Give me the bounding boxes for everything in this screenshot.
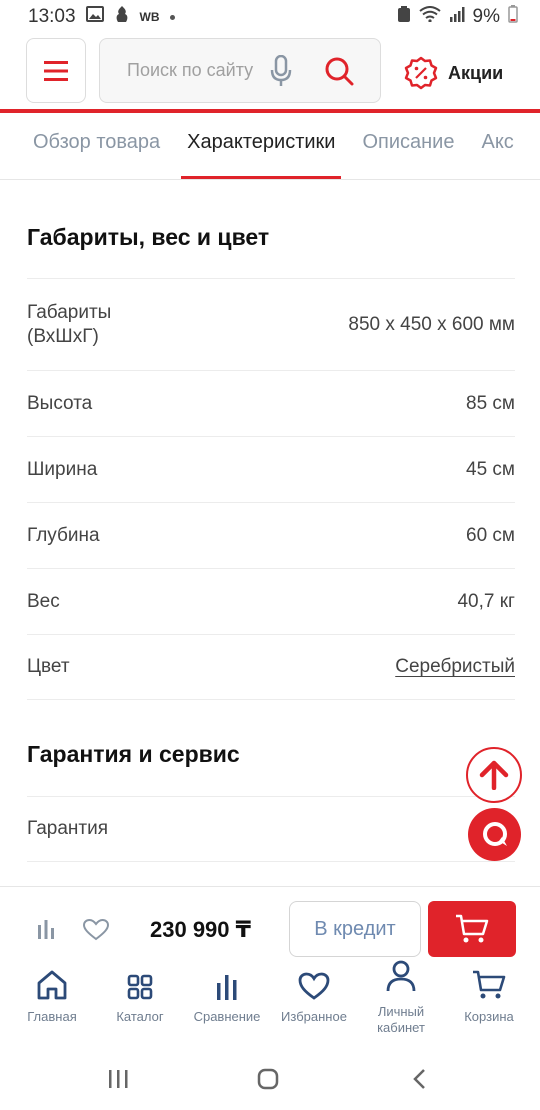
wb-badge: WB: [139, 10, 160, 24]
status-dot: [169, 14, 175, 20]
purchase-bar: 230 990 ₸ В кредит: [0, 886, 540, 966]
battery-percent: 9%: [472, 6, 500, 27]
nav-account[interactable]: Личный кабинет: [357, 960, 445, 1036]
gallery-icon: [85, 6, 104, 28]
menu-button[interactable]: [26, 38, 86, 103]
search-icon[interactable]: [324, 56, 354, 91]
section-title-warranty: Гарантия и сервис: [27, 741, 240, 767]
nav-label: Корзина: [464, 1009, 514, 1024]
notification-icon: [114, 5, 130, 29]
spec-row: Габариты (ВхШхГ) 850 x 450 x 600 мм: [27, 278, 515, 370]
spec-label: Цвет: [27, 656, 70, 677]
spec-label: Вес: [27, 590, 60, 612]
spec-value: 850 x 450 x 600 мм: [348, 313, 515, 335]
nav-label: Избранное: [281, 1009, 347, 1024]
spec-value: 45 см: [466, 458, 515, 480]
back-icon[interactable]: [410, 1068, 430, 1095]
home-icon: [8, 960, 96, 1000]
spec-row: Гарантия 12: [27, 796, 515, 862]
recent-apps-icon[interactable]: [107, 1068, 129, 1095]
user-icon: [357, 960, 445, 992]
catalog-icon: [96, 960, 184, 1000]
nav-label: Каталог: [116, 1009, 164, 1024]
home-button-icon[interactable]: [257, 1068, 279, 1095]
wifi-icon: [418, 6, 441, 28]
tab-specifications[interactable]: Характеристики: [181, 113, 342, 179]
nav-cart[interactable]: Корзина: [445, 960, 533, 1025]
compare-icon: [183, 960, 271, 1000]
color-link[interactable]: Серебристый: [395, 656, 515, 678]
chat-button[interactable]: [468, 808, 521, 861]
promo-label: Акции: [448, 62, 504, 83]
spec-label: Глубина: [27, 524, 100, 546]
nav-label: Сравнение: [193, 1009, 261, 1024]
chat-icon: [482, 821, 507, 846]
arrow-up-icon: [479, 760, 509, 790]
tab-overview[interactable]: Обзор товара: [33, 113, 160, 179]
spec-list-warranty: Гарантия 12: [27, 796, 515, 862]
system-navigation-bar: [0, 1050, 540, 1110]
spec-label: Гарантия: [27, 818, 109, 839]
signal-icon: [449, 6, 465, 28]
spec-value: 60 см: [466, 524, 515, 546]
microphone-icon[interactable]: [270, 54, 292, 92]
spec-row: Ширина 45 см: [27, 436, 515, 502]
nav-catalog[interactable]: Каталог: [96, 960, 184, 1025]
hamburger-icon: [44, 60, 68, 81]
search-input[interactable]: [127, 60, 263, 81]
nav-home[interactable]: Главная: [8, 960, 96, 1025]
site-header: Акции: [0, 38, 540, 104]
discount-badge-icon: [404, 56, 438, 90]
spec-row: Вес 40,7 кг: [27, 568, 515, 634]
bottom-navigation: Главная Каталог Сравнение Избранное Личн…: [0, 960, 540, 1045]
product-tabs: Обзор товара Характеристики Описание Акс: [0, 113, 540, 180]
spec-label: Габариты (ВхШхГ): [27, 301, 112, 347]
tab-accessories[interactable]: Акс: [481, 113, 513, 179]
heart-icon: [270, 960, 358, 1000]
promo-link[interactable]: Акции: [404, 56, 503, 90]
cart-icon: [445, 960, 533, 1000]
spec-list-dimensions: Габариты (ВхШхГ) 850 x 450 x 600 мм Высо…: [27, 278, 515, 700]
scroll-to-top-button[interactable]: [466, 747, 522, 803]
status-bar: 13:03 WB 9%: [0, 0, 540, 34]
spec-row: Цвет Серебристый: [27, 634, 515, 700]
compare-icon[interactable]: [37, 919, 55, 944]
cart-icon: [456, 914, 489, 943]
recycle-icon: [397, 5, 411, 29]
search-box: [99, 38, 381, 103]
spec-value: 85 см: [466, 392, 515, 414]
spec-row: Глубина 60 см: [27, 502, 515, 568]
heart-icon[interactable]: [82, 918, 110, 946]
nav-label: Личный кабинет: [377, 1004, 425, 1035]
status-time: 13:03: [28, 6, 76, 27]
battery-icon: [508, 5, 518, 29]
spec-value: 40,7 кг: [457, 590, 515, 612]
product-price: 230 990 ₸: [150, 917, 251, 942]
spec-label: Высота: [27, 392, 93, 414]
section-title-dimensions: Габариты, вес и цвет: [27, 224, 270, 250]
nav-compare[interactable]: Сравнение: [183, 960, 271, 1025]
add-to-cart-button[interactable]: [428, 901, 516, 957]
tab-description[interactable]: Описание: [362, 113, 454, 179]
credit-button[interactable]: В кредит: [289, 901, 421, 957]
nav-favorites[interactable]: Избранное: [270, 960, 358, 1025]
spec-label: Ширина: [27, 458, 98, 480]
nav-label: Главная: [27, 1009, 77, 1024]
spec-row: Высота 85 см: [27, 370, 515, 436]
